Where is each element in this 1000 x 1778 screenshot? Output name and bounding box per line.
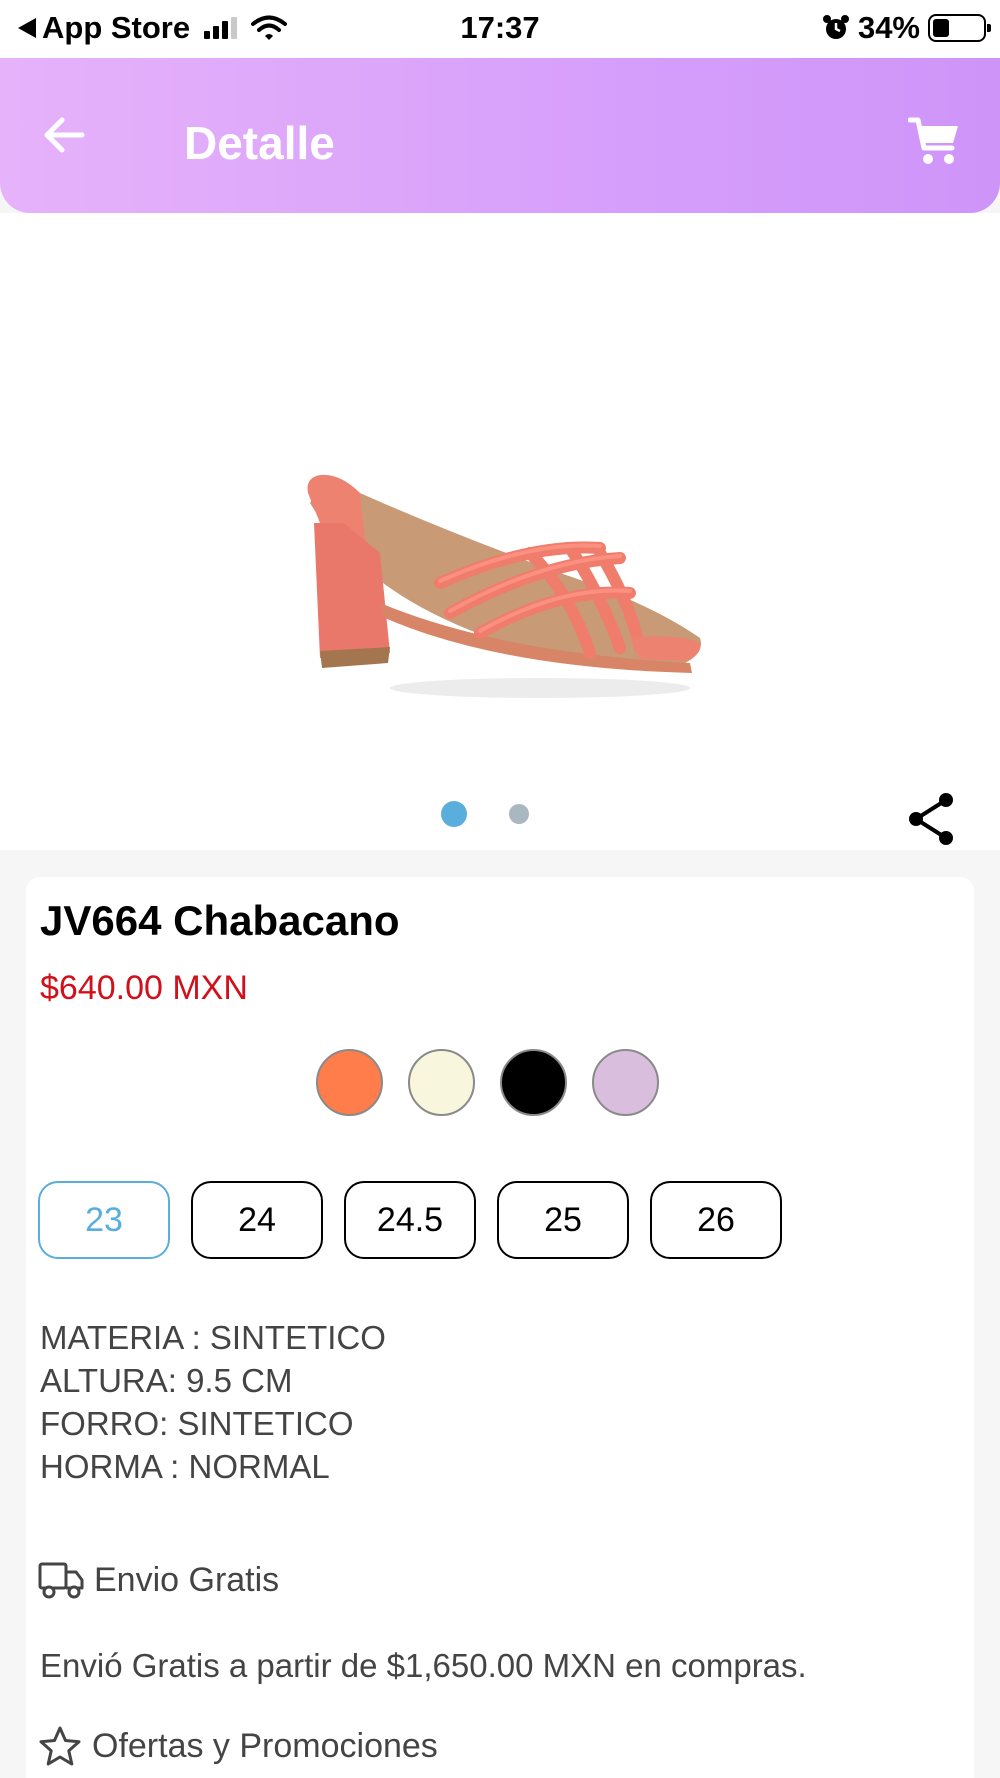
- status-bar: App Store 17:37 34%: [0, 0, 1000, 58]
- spec-line: FORRO: SINTETICO: [40, 1405, 354, 1442]
- shipping-label: Envio Gratis: [94, 1560, 280, 1599]
- shipping-info: Envio Gratis: [38, 1560, 279, 1600]
- color-swatch-cream[interactable]: [408, 1049, 475, 1116]
- product-image: [307, 474, 701, 698]
- spec-line: MATERIA : SINTETICO: [40, 1319, 386, 1356]
- size-option-25[interactable]: 25: [497, 1181, 629, 1259]
- product-specs: MATERIA : SINTETICO ALTURA: 9.5 CM FORRO: …: [40, 1316, 386, 1488]
- carousel-dot[interactable]: [509, 804, 529, 824]
- size-option-24[interactable]: 24: [191, 1181, 323, 1259]
- back-arrow-icon[interactable]: [40, 110, 90, 160]
- page-title: Detalle: [184, 117, 335, 169]
- product-image-gallery[interactable]: [0, 213, 1000, 850]
- color-swatch-lilac[interactable]: [592, 1049, 659, 1116]
- size-option-24.5[interactable]: 24.5: [344, 1181, 476, 1259]
- color-swatch-black[interactable]: [500, 1049, 567, 1116]
- app-header: Detalle: [0, 58, 1000, 213]
- alarm-icon: [822, 15, 849, 39]
- star-icon: [39, 1726, 81, 1766]
- carousel-indicator: [0, 801, 1000, 827]
- promotions-link[interactable]: Ofertas y Promociones: [38, 1725, 438, 1767]
- promotions-label: Ofertas y Promociones: [92, 1726, 438, 1765]
- battery-percent: 34%: [857, 10, 920, 45]
- shipping-note: Envió Gratis a partir de $1,650.00 MXN e…: [40, 1647, 807, 1684]
- spec-line: ALTURA: 9.5 CM: [40, 1362, 293, 1399]
- color-options: [316, 1049, 659, 1116]
- status-right: 34%: [822, 10, 991, 46]
- size-option-23[interactable]: 23: [38, 1181, 170, 1259]
- spec-line: HORMA : NORMAL: [40, 1448, 330, 1485]
- share-icon[interactable]: [906, 791, 958, 847]
- product-details-card: JV664 Chabacano $640.00 MXN 23 24 24.5 25 26…: [26, 877, 974, 1778]
- size-option-26[interactable]: 26: [650, 1181, 782, 1259]
- truck-icon: [38, 1562, 84, 1599]
- product-name: JV664 Chabacano: [40, 897, 400, 944]
- battery-icon: [928, 14, 991, 42]
- shopping-cart-icon[interactable]: [908, 116, 960, 166]
- battery-fill: [933, 19, 950, 37]
- product-price: $640.00 MXN: [40, 969, 248, 1007]
- product-detail-screen: App Store 17:37 34% Detalle JV664 Chabac…: [0, 0, 1000, 1778]
- color-swatch-coral[interactable]: [316, 1049, 383, 1116]
- size-options: 23 24 24.5 25 26: [38, 1181, 782, 1259]
- carousel-dot-active[interactable]: [441, 801, 467, 827]
